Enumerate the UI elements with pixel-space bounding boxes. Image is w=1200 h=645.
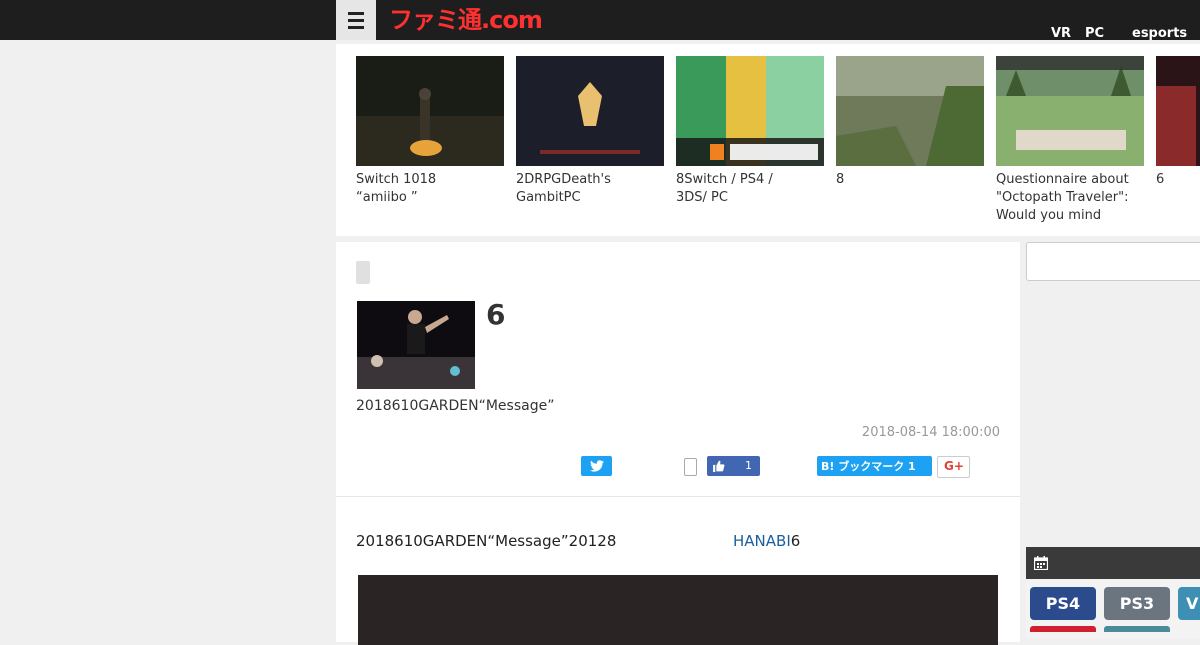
carousel-caption: 6	[1156, 172, 1165, 187]
facebook-count-callout	[684, 458, 697, 476]
carousel-caption: Switch 1018 “amiibo ”	[356, 172, 437, 205]
sidebar-search-input[interactable]	[1026, 242, 1200, 281]
article-title[interactable]: 6	[486, 298, 505, 331]
carousel-item[interactable]: 2DRPGDeath's GambitPC	[516, 56, 664, 207]
carousel-item[interactable]: 6	[1156, 56, 1200, 189]
carousel-caption: Questionnaire about "Octopath Traveler":…	[996, 172, 1129, 223]
carousel-caption: 8	[836, 172, 845, 187]
article-date: 2018-08-14 18:00:00	[861, 425, 1000, 440]
thumbs-up-icon	[713, 460, 725, 472]
category-tag[interactable]	[356, 261, 370, 284]
article-body-line: HANABI6	[733, 532, 800, 550]
carousel-caption: 8Switch / PS4 / 3DS/ PC	[676, 172, 773, 205]
article-body-text: 2018610GARDEN“Message”20128	[356, 532, 617, 550]
platform-button-ps3[interactable]: PS3	[1104, 587, 1170, 620]
platform-button-ps4[interactable]: PS4	[1030, 587, 1096, 620]
section-divider	[336, 496, 1020, 497]
carousel-caption: 2DRPGDeath's GambitPC	[516, 172, 611, 205]
site-header: ファミ通.com VR PC esports	[336, 0, 1200, 41]
platform-button-row2[interactable]	[1030, 626, 1096, 632]
article-card: 6 2018610GARDEN“Message” 2018-08-14 18:0…	[336, 242, 1020, 645]
carousel-thumbnail	[996, 56, 1144, 166]
carousel-thumbnail	[356, 56, 504, 166]
hamburger-menu-button[interactable]	[336, 0, 376, 40]
related-articles-carousel: Switch 1018 “amiibo ” 2DRPGDeath's Gambi…	[336, 44, 1200, 236]
carousel-item[interactable]: 8Switch / PS4 / 3DS/ PC	[676, 56, 824, 207]
hatena-bookmark-button[interactable]: B! ブックマーク 1	[817, 456, 932, 476]
carousel-thumbnail	[516, 56, 664, 166]
release-calendar-header	[1026, 547, 1200, 579]
carousel-item[interactable]: Questionnaire about "Octopath Traveler":…	[996, 56, 1144, 225]
hatena-bookmark-label: B! ブックマーク 1	[821, 460, 916, 473]
body-text-after: 6	[790, 532, 801, 550]
google-plus-label: G+	[944, 459, 964, 473]
share-buttons: 1 B! ブックマーク 1 G+	[336, 456, 1020, 478]
platform-button-v[interactable]: V	[1178, 587, 1200, 620]
carousel-thumbnail	[1156, 56, 1200, 166]
article-photo	[358, 575, 998, 645]
twitter-share-button[interactable]	[581, 456, 612, 476]
carousel-item[interactable]: 8	[836, 56, 984, 189]
facebook-like-count: 1	[745, 459, 752, 472]
twitter-icon	[589, 460, 604, 472]
facebook-like-button[interactable]: 1	[707, 456, 760, 476]
platform-button-row2[interactable]	[1104, 626, 1170, 632]
carousel-thumbnail	[676, 56, 824, 166]
site-logo[interactable]: ファミ通.com	[389, 5, 543, 35]
header-left-bg	[0, 0, 336, 40]
carousel-item[interactable]: Switch 1018 “amiibo ”	[356, 56, 504, 207]
article-lead: 2018610GARDEN“Message”	[356, 398, 555, 414]
nav-link-vr[interactable]: VR	[1051, 26, 1071, 41]
body-link-hanabi[interactable]: HANABI	[733, 532, 791, 550]
carousel-thumbnail	[836, 56, 984, 166]
calendar-icon	[1034, 556, 1048, 570]
nav-link-pc[interactable]: PC	[1085, 26, 1104, 41]
google-plus-share-button[interactable]: G+	[937, 456, 970, 478]
menu-icon	[348, 10, 364, 31]
nav-link-esports[interactable]: esports	[1132, 26, 1187, 41]
article-thumbnail	[357, 301, 475, 389]
